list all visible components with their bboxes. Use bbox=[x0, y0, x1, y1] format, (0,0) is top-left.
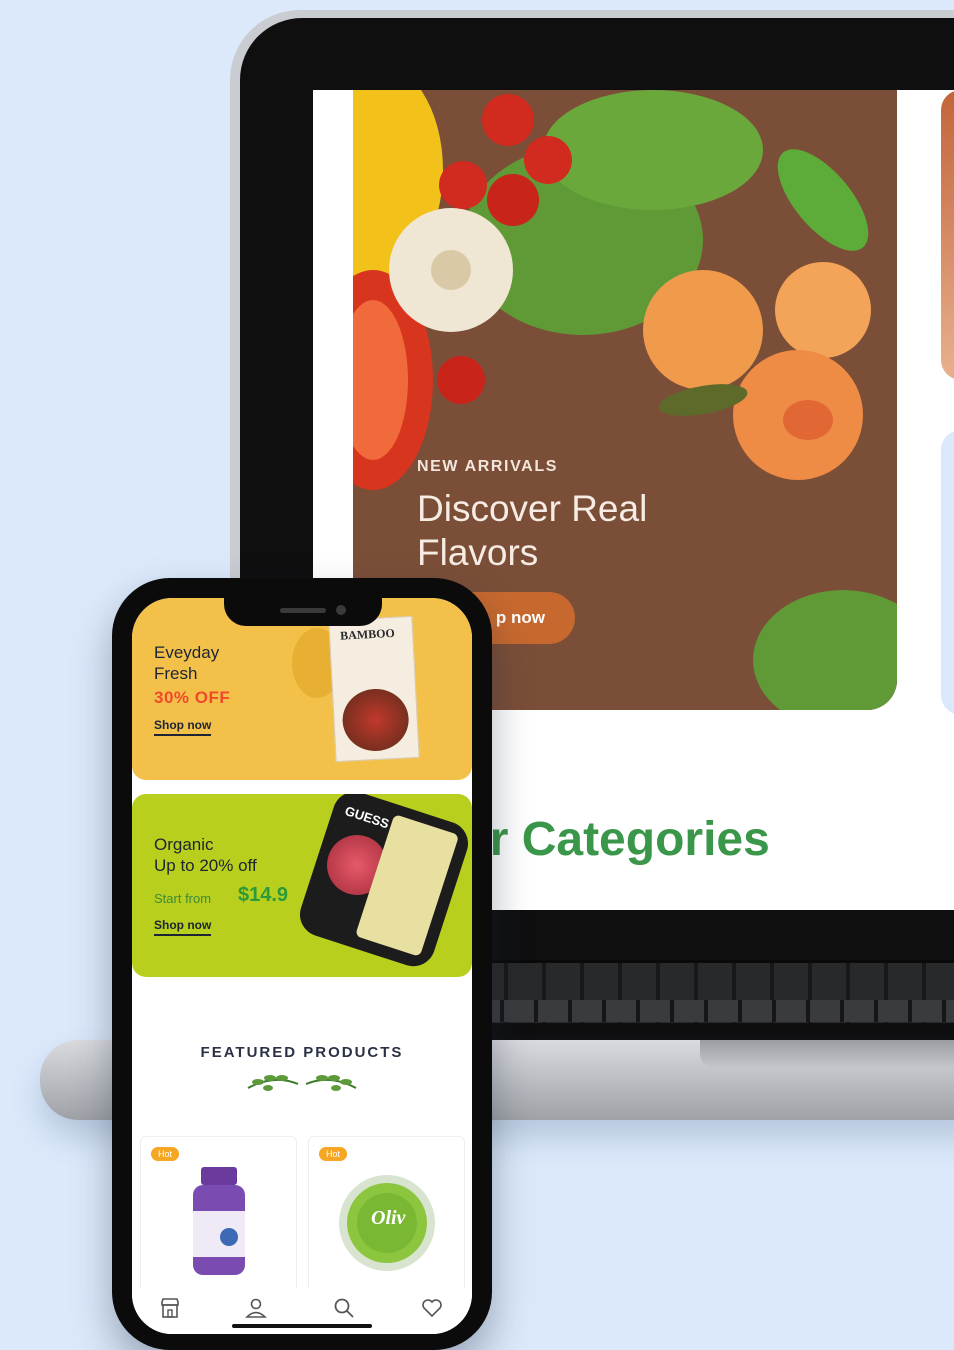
phone-frame: BAMBOO Eveyday Fresh 30% OFF Shop now GU… bbox=[112, 578, 492, 1350]
hot-badge: Hot bbox=[319, 1147, 348, 1161]
banner-start-label: Start from bbox=[154, 891, 212, 906]
banner-discount: 30% OFF bbox=[154, 688, 231, 707]
hot-badge: Hot bbox=[151, 1147, 180, 1161]
hero-title: Discover Real Flavors bbox=[417, 488, 648, 573]
meat-pack-image: GUESS MEAT bbox=[294, 794, 472, 972]
laptop-keyboard-row bbox=[470, 1000, 954, 1022]
pack-label bbox=[355, 814, 460, 957]
product-brand: BAMBOO bbox=[339, 625, 396, 643]
search-icon[interactable] bbox=[332, 1296, 356, 1320]
product-label: Oliv bbox=[371, 1207, 406, 1229]
next-hero-card[interactable] bbox=[941, 90, 954, 380]
banner-title-line1: Eveyday bbox=[154, 643, 220, 662]
banner-title-line2: Fresh bbox=[154, 664, 198, 683]
heart-icon[interactable] bbox=[420, 1296, 444, 1320]
banner-title-line1: Organic bbox=[154, 835, 214, 854]
side-promo-card[interactable] bbox=[941, 430, 954, 715]
home-indicator[interactable] bbox=[232, 1324, 372, 1328]
promo-banner-organic[interactable]: GUESS MEAT Organic Up to 20% off Start f… bbox=[132, 794, 472, 977]
banner-title-line2: Up to 20% off bbox=[154, 856, 257, 875]
bowl-graphic bbox=[341, 687, 411, 753]
camera-icon bbox=[336, 605, 346, 615]
supplement-bottle-icon bbox=[193, 1167, 245, 1275]
categories-heading: ar Categories bbox=[463, 813, 770, 866]
hero-eyebrow: NEW ARRIVALS bbox=[417, 458, 558, 475]
speaker-grille bbox=[280, 608, 326, 613]
phone-screen: BAMBOO Eveyday Fresh 30% OFF Shop now GU… bbox=[132, 598, 472, 1334]
banner-shop-now-link[interactable]: Shop now bbox=[154, 918, 212, 936]
user-icon[interactable] bbox=[244, 1296, 268, 1320]
phone-notch bbox=[224, 598, 382, 626]
laptop-trackpad-notch bbox=[700, 1040, 954, 1068]
banner-price: $14.9 bbox=[238, 884, 289, 906]
bamboo-product-image: BAMBOO bbox=[328, 615, 420, 763]
banner-shop-now-link[interactable]: Shop now bbox=[154, 718, 212, 736]
store-icon[interactable] bbox=[158, 1296, 182, 1320]
leaf-ornament-icon bbox=[247, 1075, 357, 1091]
featured-heading: FEATURED PRODUCTS bbox=[200, 1044, 404, 1061]
